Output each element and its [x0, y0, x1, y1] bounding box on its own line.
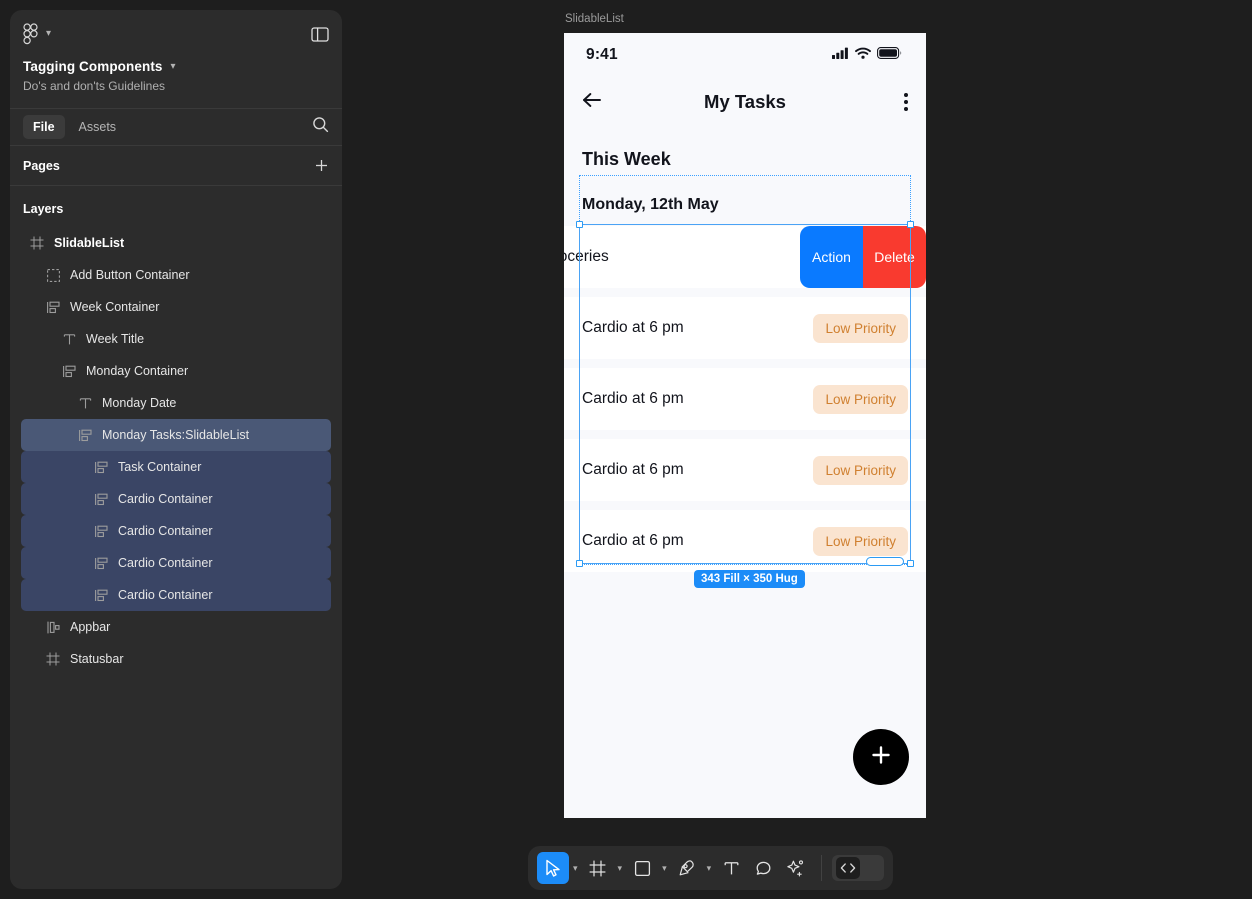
appbar: My Tasks: [564, 77, 926, 127]
code-icon: [836, 857, 861, 879]
task-row[interactable]: Cardio at 6 pm Low Priority: [564, 297, 926, 359]
priority-badge: Low Priority: [813, 526, 908, 556]
dev-mode-toggle[interactable]: [832, 855, 885, 881]
actions-tool[interactable]: [779, 852, 811, 884]
pen-icon: [678, 859, 696, 877]
action-button[interactable]: Action: [800, 226, 863, 288]
tool-group: ▾ ▾ ▾ ▾: [537, 852, 811, 884]
text-tool[interactable]: [715, 852, 747, 884]
rectangle-icon: [634, 860, 651, 877]
task-list: groceries ActionDelete Cardio at 6 pm Low P…: [564, 226, 926, 572]
sparkle-icon: [786, 859, 805, 878]
move-tool-chevron-down-icon[interactable]: ▾: [569, 863, 582, 874]
frame-tool[interactable]: [582, 852, 614, 884]
pen-tool-chevron-down-icon[interactable]: ▾: [703, 863, 716, 874]
phone-frame[interactable]: 9:41 My Tasks This Week Monday, 12th May…: [564, 33, 926, 818]
text-icon: [723, 860, 740, 877]
resize-handle-bottom-edge[interactable]: [866, 557, 904, 566]
task-label: Cardio at 6 pm: [582, 461, 684, 478]
task-label: Cardio at 6 pm: [582, 532, 684, 549]
delete-button[interactable]: Delete: [863, 226, 926, 288]
monday-date: Monday, 12th May: [582, 196, 719, 213]
design-canvas[interactable]: SlidableList 9:41 My Tasks This Week Mon…: [0, 0, 1252, 899]
cellular-signal-icon: [832, 46, 849, 64]
cursor-icon: [545, 859, 562, 878]
task-row[interactable]: Cardio at 6 pm Low Priority: [564, 439, 926, 501]
week-title: This Week: [582, 149, 671, 169]
frame-name-label[interactable]: SlidableList: [565, 13, 624, 25]
status-time: 9:41: [586, 46, 618, 63]
comment-icon: [755, 860, 772, 877]
pen-tool[interactable]: [671, 852, 703, 884]
bottom-toolbar: ▾ ▾ ▾ ▾: [528, 846, 894, 890]
arrow-left-icon[interactable]: [582, 92, 602, 113]
toolbar-divider: [821, 855, 823, 881]
shape-tool[interactable]: [626, 852, 658, 884]
frame-icon: [589, 860, 606, 877]
battery-icon: [877, 46, 902, 64]
move-tool[interactable]: [537, 852, 569, 884]
add-task-fab[interactable]: [853, 729, 909, 785]
task-row[interactable]: Cardio at 6 pm Low Priority: [564, 368, 926, 430]
appbar-title: My Tasks: [704, 91, 786, 112]
task-label: groceries: [564, 248, 609, 265]
comment-tool[interactable]: [747, 852, 779, 884]
priority-badge: Low Priority: [813, 313, 908, 343]
selection-dimensions-badge: 343 Fill × 350 Hug: [694, 570, 805, 588]
swipe-actions: Action Delete: [800, 226, 926, 288]
more-vertical-icon[interactable]: [904, 93, 908, 111]
wifi-icon: [855, 46, 871, 64]
frame-tool-chevron-down-icon[interactable]: ▾: [614, 863, 627, 874]
priority-badge: Low Priority: [813, 455, 908, 485]
task-label: Cardio at 6 pm: [582, 390, 684, 407]
shape-tool-chevron-down-icon[interactable]: ▾: [658, 863, 671, 874]
priority-badge: Low Priority: [813, 384, 908, 414]
statusbar: 9:41: [564, 33, 926, 77]
plus-icon: [869, 743, 893, 772]
task-row[interactable]: groceries ActionDelete: [564, 226, 926, 288]
status-icons: [832, 46, 902, 64]
task-label: Cardio at 6 pm: [582, 319, 684, 336]
